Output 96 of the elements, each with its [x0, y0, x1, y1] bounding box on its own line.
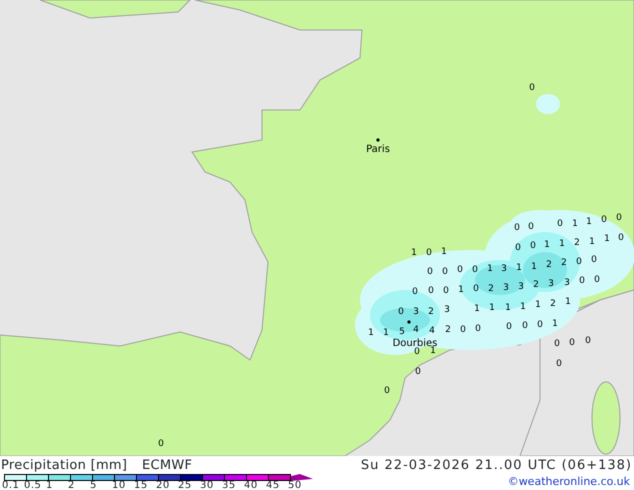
precipitation-value: 0	[473, 284, 479, 294]
precipitation-value: 2	[428, 307, 434, 317]
precipitation-value: 1	[565, 297, 571, 307]
precipitation-value: 1	[368, 328, 374, 338]
precipitation-value: 0	[594, 275, 600, 285]
legend-tick: 40	[244, 481, 258, 490]
precipitation-value: 5	[399, 327, 405, 337]
legend-tick: 45	[266, 481, 280, 490]
precipitation-value: 0	[601, 215, 607, 225]
legend-tick: 0.1	[2, 481, 20, 490]
precipitation-value: 0	[414, 347, 420, 357]
precipitation-value: 0	[569, 338, 575, 348]
precipitation-value: 1	[489, 303, 495, 313]
precipitation-value: 0	[618, 233, 624, 243]
precipitation-value: 0	[514, 223, 520, 233]
legend-tick: 50	[288, 481, 302, 490]
legend-title: Precipitation [mm]	[1, 459, 128, 472]
precipitation-value: 3	[503, 283, 509, 293]
legend-tick: 1	[46, 481, 53, 490]
precipitation-value: 3	[501, 264, 507, 274]
precipitation-value: 1	[572, 219, 578, 229]
precipitation-value: 1	[544, 240, 550, 250]
precipitation-value: 0	[427, 267, 433, 277]
precipitation-value: 0	[616, 213, 622, 223]
precipitation-value: 3	[413, 307, 419, 317]
precipitation-value: 1	[604, 234, 610, 244]
precipitation-value: 2	[550, 299, 556, 309]
precipitation-value: 0	[537, 320, 543, 330]
precipitation-value: 0	[556, 359, 562, 369]
legend-tick: 15	[134, 481, 148, 490]
precipitation-value: 1	[535, 300, 541, 310]
precipitation-value: 3	[444, 305, 450, 315]
precipitation-value: 0	[475, 324, 481, 334]
precipitation-value: 1	[552, 319, 558, 329]
valid-time: Su 22-03-2026 21..00 UTC (06+138)	[360, 459, 632, 472]
precipitation-value: 0	[443, 286, 449, 296]
precipitation-value: 0	[460, 325, 466, 335]
precipitation-value: 2	[561, 258, 567, 268]
precipitation-value: 1	[441, 247, 447, 257]
precipitation-value: 1	[586, 217, 592, 227]
precipitation-value: 1	[430, 346, 436, 356]
precipitation-value: 0	[158, 439, 164, 449]
precipitation-value: 0	[530, 241, 536, 251]
precipitation-value: 0	[384, 386, 390, 396]
precipitation-value: 3	[564, 278, 570, 288]
precipitation-value: 0	[398, 307, 404, 317]
precipitation-value: 1	[559, 239, 565, 249]
city-label: Paris	[366, 144, 390, 155]
precipitation-value: 0	[576, 257, 582, 267]
precipitation-value: 2	[546, 260, 552, 270]
legend-tick: 20	[156, 481, 170, 490]
precipitation-value: 2	[533, 280, 539, 290]
precipitation-value: 0	[415, 367, 421, 377]
precipitation-value: 0	[585, 336, 591, 346]
legend-tick: 10	[112, 481, 126, 490]
precipitation-value: 3	[518, 282, 524, 292]
city-dot	[376, 138, 380, 142]
precipitation-value: 0	[412, 287, 418, 297]
precipitation-value: 1	[411, 248, 417, 258]
precipitation-value: 2	[488, 284, 494, 294]
legend-tick: 5	[90, 481, 97, 490]
legend-tick: 2	[68, 481, 75, 490]
precipitation-value: 1	[589, 237, 595, 247]
precipitation-value: 0	[457, 265, 463, 275]
precipitation-value: 0	[554, 339, 560, 349]
precipitation-value: 0	[426, 248, 432, 258]
precipitation-value: 1	[383, 328, 389, 338]
legend-tick: 25	[178, 481, 192, 490]
model-name: ECMWF	[142, 459, 192, 472]
precipitation-value: 0	[442, 267, 448, 277]
precipitation-value: 1	[531, 262, 537, 272]
precipitation-value: 0	[557, 219, 563, 229]
legend-tick: 35	[222, 481, 236, 490]
precipitation-value: 1	[487, 264, 493, 274]
city-dot	[407, 320, 411, 324]
precipitation-value: 0	[529, 83, 535, 93]
precipitation-value: 0	[506, 322, 512, 332]
precipitation-value: 0	[428, 286, 434, 296]
legend-tick: 0.5	[24, 481, 42, 490]
precipitation-value: 0	[522, 321, 528, 331]
precipitation-value: 0	[528, 222, 534, 232]
precipitation-value: 1	[458, 285, 464, 295]
precipitation-value: 1	[520, 302, 526, 312]
precipitation-value: 2	[574, 238, 580, 248]
precipitation-value: 0	[515, 243, 521, 253]
precipitation-value: 2	[445, 325, 451, 335]
precipitation-value: 0	[579, 276, 585, 286]
precipitation-value: 1	[474, 304, 480, 314]
precipitation-value: 1	[505, 303, 511, 313]
precipitation-value: 4	[413, 325, 419, 335]
precipitation-value: 4	[429, 326, 435, 336]
precipitation-value: 1	[516, 263, 522, 273]
legend-tick: 30	[200, 481, 214, 490]
precipitation-value: 0	[472, 265, 478, 275]
precipitation-value: 0	[591, 255, 597, 265]
precipitation-value: 3	[548, 279, 554, 289]
